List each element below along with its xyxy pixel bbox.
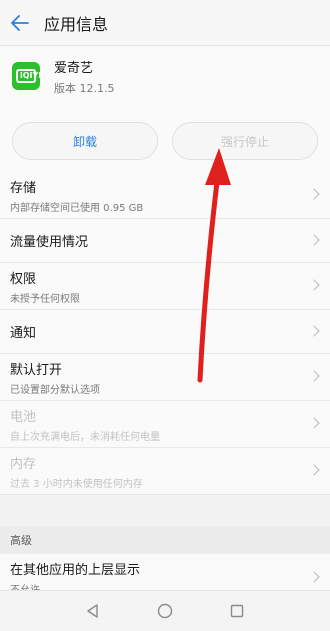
app-name: 爱奇艺 xyxy=(54,60,94,76)
list-item-title: 电池 xyxy=(10,409,37,425)
square-recents-icon xyxy=(230,604,244,618)
list-item-title: 流量使用情况 xyxy=(10,235,89,250)
nav-recents-button[interactable] xyxy=(201,591,273,631)
app-version: 版本 12.1.5 xyxy=(54,81,115,95)
settings-list: 存储 内部存储空间已使用 0.95 GB 流量使用情况 权限 未授予任何权限 通… xyxy=(0,172,330,495)
list-item-memory[interactable]: 内存 过去 3 小时内未使用任何内存 xyxy=(0,448,330,495)
list-item-title: 默认打开 xyxy=(10,362,63,378)
action-buttons: 卸载 强行停止 xyxy=(0,106,330,172)
navigation-bar xyxy=(0,590,330,631)
list-item-title: 通知 xyxy=(10,326,37,341)
chevron-right-icon xyxy=(308,279,320,291)
chevron-right-icon xyxy=(308,233,320,246)
top-bar: 应用信息 xyxy=(0,0,330,46)
chevron-right-icon xyxy=(308,324,320,337)
nav-home-button[interactable] xyxy=(129,591,201,631)
list-item-permissions[interactable]: 权限 未授予任何权限 xyxy=(0,263,330,310)
back-arrow-icon xyxy=(11,14,29,31)
list-item-notifications[interactable]: 通知 xyxy=(0,310,330,354)
list-item-data-usage[interactable]: 流量使用情况 xyxy=(0,219,330,263)
list-item-storage[interactable]: 存储 内部存储空间已使用 0.95 GB xyxy=(0,172,330,219)
uninstall-button[interactable]: 卸载 xyxy=(12,122,158,160)
list-item-subtitle: 过去 3 小时内未使用任何内存 xyxy=(10,478,143,490)
chevron-right-icon xyxy=(308,370,320,382)
list-item-title: 内存 xyxy=(10,456,37,472)
list-item-subtitle: 未授予任何权限 xyxy=(10,293,80,305)
list-item-subtitle: 已设置部分默认选项 xyxy=(10,384,100,396)
chevron-right-icon xyxy=(308,188,320,200)
list-item-battery[interactable]: 电池 自上次充满电后，未消耗任何电量 xyxy=(0,401,330,448)
app-card: iQIYI 爱奇艺 版本 12.1.5 xyxy=(0,46,330,106)
chevron-right-icon xyxy=(308,570,320,583)
list-item-title: 在其他应用的上层显示 xyxy=(10,563,141,578)
section-header-advanced: 高级 xyxy=(0,526,330,554)
chevron-right-icon xyxy=(308,464,320,476)
nav-back-button[interactable] xyxy=(57,591,129,631)
chevron-right-icon xyxy=(308,417,320,429)
triangle-back-icon xyxy=(87,604,98,618)
list-item-title: 存储 xyxy=(10,180,37,196)
list-item-open-by-default[interactable]: 默认打开 已设置部分默认选项 xyxy=(0,354,330,401)
list-item-title: 权限 xyxy=(10,271,37,287)
iqiyi-app-icon: iQIYI xyxy=(12,62,41,90)
list-item-subtitle: 内部存储空间已使用 0.95 GB xyxy=(10,202,144,214)
list-item-subtitle: 自上次充满电后，未消耗任何电量 xyxy=(10,431,160,443)
page-title: 应用信息 xyxy=(44,14,109,34)
circle-home-icon xyxy=(157,603,173,619)
back-button[interactable] xyxy=(0,0,40,46)
force-stop-button[interactable]: 强行停止 xyxy=(172,122,318,160)
